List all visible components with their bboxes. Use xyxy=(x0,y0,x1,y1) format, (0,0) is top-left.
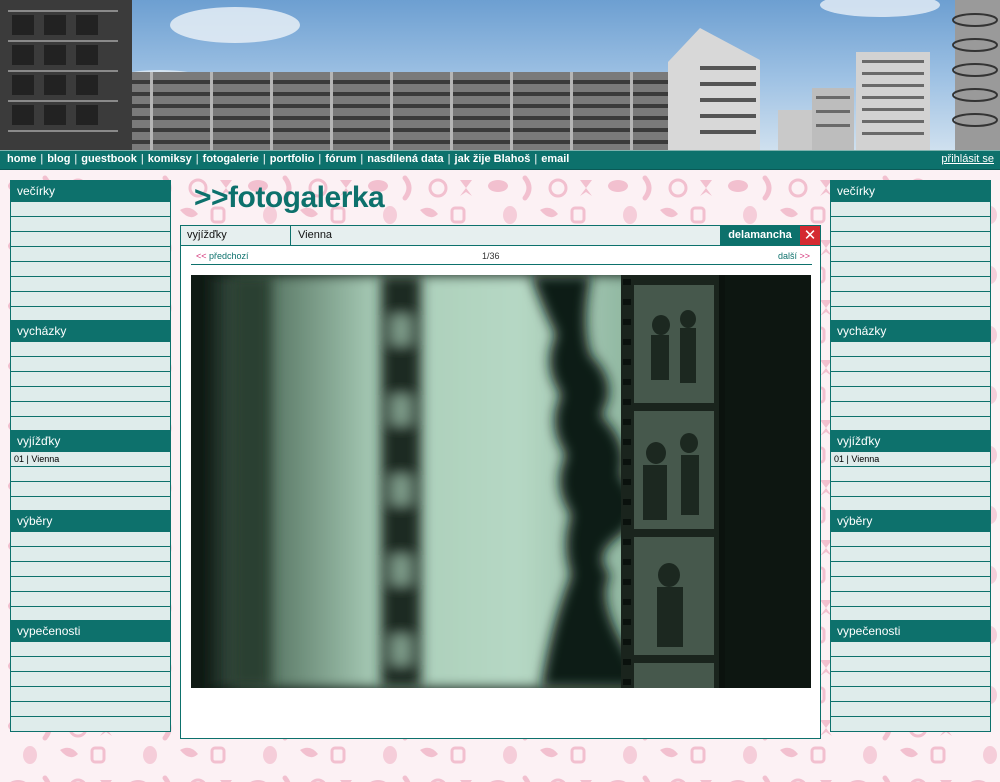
nav-email[interactable]: email xyxy=(541,153,569,165)
nav-blog[interactable]: blog xyxy=(47,153,70,165)
nav-nasdilena-data[interactable]: nasdílená data xyxy=(367,153,443,165)
nav-fotogalerie[interactable]: fotogalerie xyxy=(203,153,259,165)
photo-pager: << předchozí 1/36 další >> xyxy=(191,248,812,265)
nav-home[interactable]: home xyxy=(7,153,36,165)
gallery-photo[interactable] xyxy=(191,275,811,688)
sidebar-section-vybery[interactable]: výběry xyxy=(11,511,170,531)
photo-counter: 1/36 xyxy=(482,251,500,261)
next-photo-link[interactable]: další >> xyxy=(778,248,810,265)
sidebar-item-vienna[interactable]: 01 | Vienna xyxy=(831,451,990,466)
gallery-header: vyjížďky Vienna delamancha ✕ xyxy=(181,226,820,246)
site-logo: >>fotogalerka xyxy=(194,181,385,214)
gallery-author[interactable]: delamancha xyxy=(720,226,800,245)
gallery-album-title: Vienna xyxy=(298,229,333,241)
sidebar-section-vypecenosti[interactable]: vypečenosti xyxy=(831,621,990,641)
sidebar-section-vypecenosti[interactable]: vypečenosti xyxy=(11,621,170,641)
login-link[interactable]: přihlásit se xyxy=(941,153,994,165)
nav-guestbook[interactable]: guestbook xyxy=(81,153,137,165)
nav-komiksy[interactable]: komiksy xyxy=(148,153,192,165)
gallery-category[interactable]: vyjížďky xyxy=(181,226,291,245)
gallery-panel: vyjížďky Vienna delamancha ✕ << předchoz… xyxy=(180,225,821,739)
sidebar-section-vyjizdky[interactable]: vyjížďky xyxy=(831,431,990,451)
sidebar-section-vecirky[interactable]: večírky xyxy=(831,181,990,201)
header-photo xyxy=(0,0,1000,150)
sidebar-section-vychazky[interactable]: vycházky xyxy=(11,321,170,341)
sidebar-section-vecirky[interactable]: večírky xyxy=(11,181,170,201)
nav-portfolio[interactable]: portfolio xyxy=(270,153,315,165)
close-button[interactable]: ✕ xyxy=(800,226,820,245)
sidebar-section-vybery[interactable]: výběry xyxy=(831,511,990,531)
sidebar-section-vyjizdky[interactable]: vyjížďky xyxy=(11,431,170,451)
right-sidebar: večírky vycházky vyjížďky 01 | Vienna vý… xyxy=(830,180,991,732)
nav-jak-zije-blahos[interactable]: jak žije Blahoš xyxy=(455,153,531,165)
nav-forum[interactable]: fórum xyxy=(325,153,356,165)
close-icon: ✕ xyxy=(803,227,817,244)
sidebar-section-vychazky[interactable]: vycházky xyxy=(831,321,990,341)
left-sidebar: večírky vycházky vyjížďky 01 | Vienna vý… xyxy=(10,180,171,732)
main-navigation: home | blog | guestbook | komiksy | fotogalerie |… xyxy=(0,150,1000,170)
sidebar-item-vienna[interactable]: 01 | Vienna xyxy=(11,451,170,466)
previous-photo-link[interactable]: << předchozí xyxy=(196,248,249,265)
